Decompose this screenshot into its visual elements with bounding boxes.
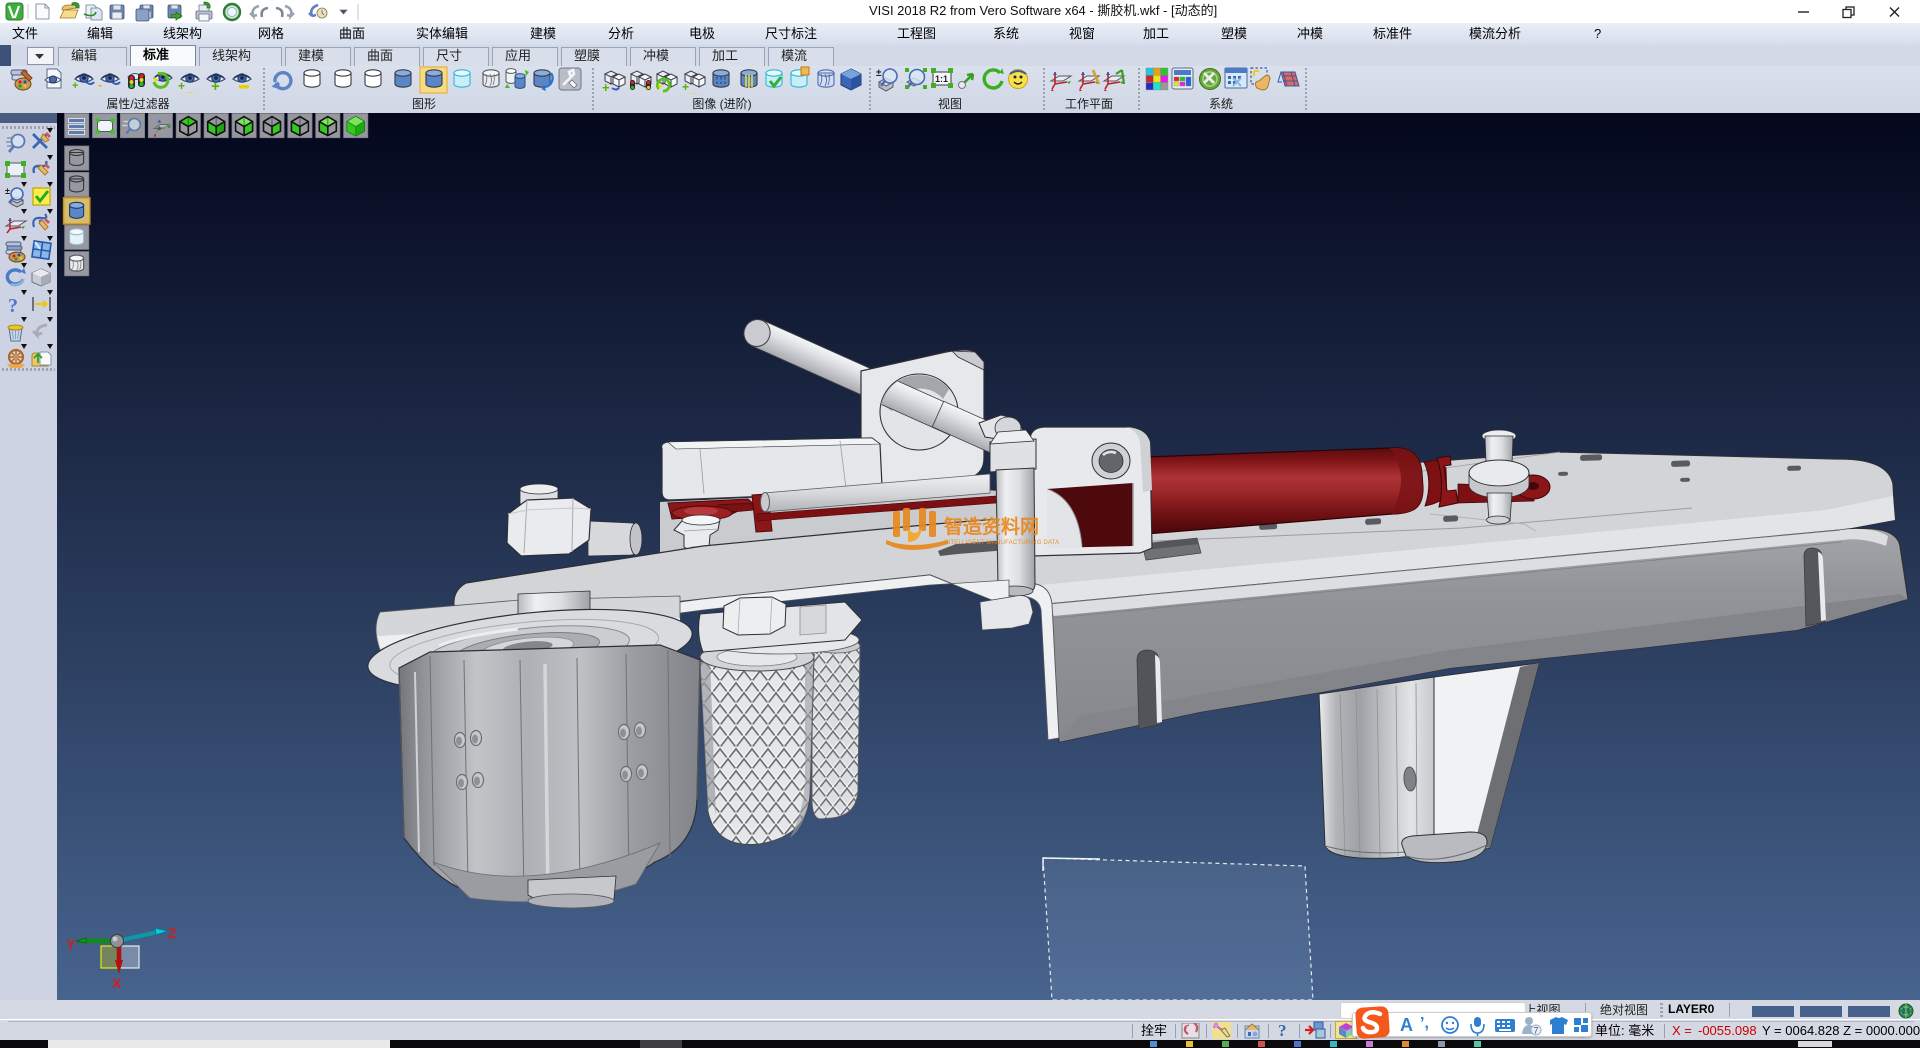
- svg-text:+: +: [602, 80, 610, 95]
- svg-text:?: ?: [1278, 1021, 1287, 1039]
- svg-text:+: +: [682, 80, 689, 94]
- svg-text:Z: Z: [168, 925, 177, 941]
- svg-text:Y: Y: [66, 936, 76, 952]
- svg-text:INTELLIGENT MANUFACTURING DATA: INTELLIGENT MANUFACTURING DATA: [944, 540, 1059, 546]
- svg-text:’,: ’,: [1420, 1015, 1429, 1032]
- svg-text:?: ?: [8, 295, 18, 317]
- svg-text:X: X: [112, 975, 122, 991]
- svg-text:-: -: [98, 77, 102, 92]
- svg-text:1:1: 1:1: [935, 74, 948, 84]
- svg-text:_: _: [185, 79, 194, 94]
- svg-text:±: ±: [5, 186, 10, 196]
- svg-text:A: A: [1400, 1015, 1413, 1035]
- svg-text:+: +: [211, 78, 220, 95]
- svg-text:7: 7: [1534, 1026, 1539, 1036]
- svg-text:_: _: [689, 80, 698, 95]
- svg-text:+: +: [178, 79, 185, 93]
- svg-text:智造资料网: 智造资料网: [944, 515, 1039, 538]
- svg-text:+: +: [72, 80, 78, 92]
- svg-text:±: ±: [876, 68, 882, 79]
